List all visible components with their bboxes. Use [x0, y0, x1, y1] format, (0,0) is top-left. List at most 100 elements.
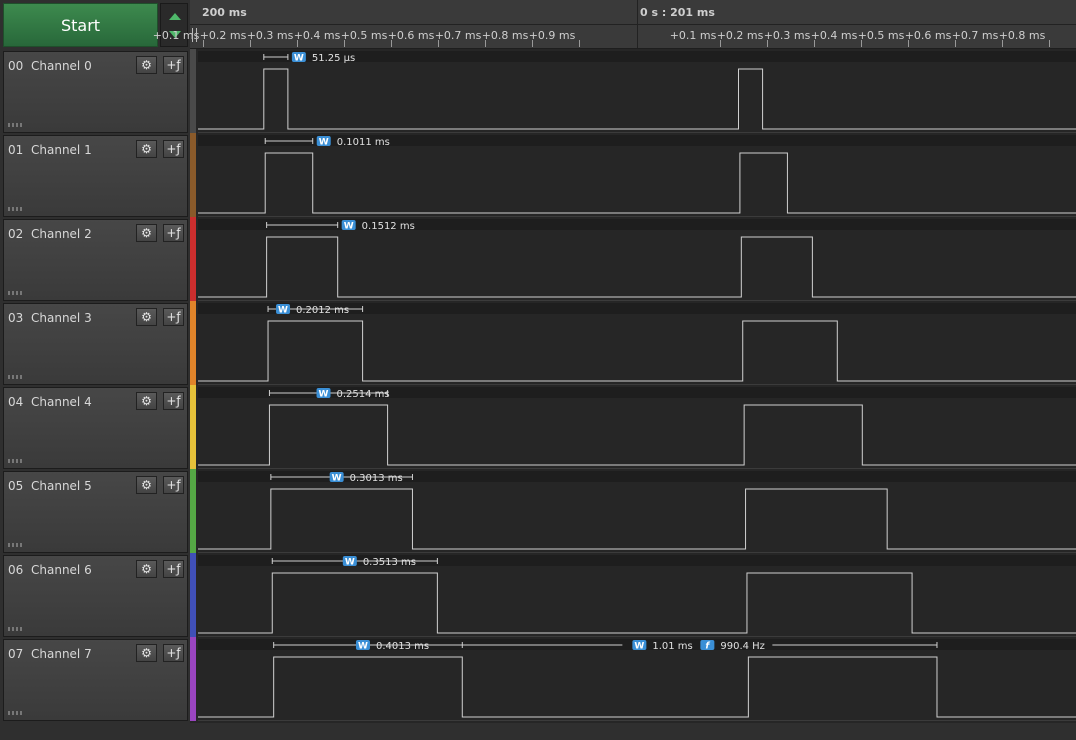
channel-panel[interactable]: 02 Channel 2 ⚙ +ƒ — [3, 219, 188, 301]
width-marker-letter: W — [358, 642, 368, 652]
channel-number: 00 — [8, 59, 24, 73]
trigger-edge-icon[interactable]: +ƒ — [163, 392, 184, 410]
timeline-tick-label: +0.5 ms — [340, 29, 388, 42]
increase-arrow-icon[interactable] — [169, 13, 181, 20]
digital-waveform — [198, 656, 1076, 718]
channel-panel[interactable]: 04 Channel 4 ⚙ +ƒ — [3, 387, 188, 469]
channel-number: 06 — [8, 563, 24, 577]
gear-icon[interactable]: ⚙ — [136, 476, 157, 494]
start-label: Start — [60, 15, 101, 35]
period-marker-letter: W — [634, 642, 644, 652]
frequency-label: 990.4 Hz — [720, 641, 765, 652]
trigger-edge-icon[interactable]: +ƒ — [163, 224, 184, 242]
width-marker-letter: W — [319, 138, 329, 148]
waveform-area[interactable]: W 51.25 µs W 0.1011 ms W 0.1512 ms W 0.2012 ms W… — [198, 49, 1076, 723]
pulse-width-label: 0.1011 ms — [337, 137, 390, 148]
drag-grip-icon[interactable] — [8, 459, 22, 463]
period-label: 1.01 ms — [652, 641, 692, 652]
gear-icon[interactable]: ⚙ — [136, 392, 157, 410]
digital-waveform — [198, 320, 1076, 382]
timeline-tick-label: +0.2 ms — [716, 29, 764, 42]
channel-name[interactable]: Channel 7 — [31, 647, 92, 661]
timeline-tick-label: +0.6 ms — [904, 29, 952, 42]
channel-name[interactable]: Channel 4 — [31, 395, 92, 409]
digital-waveform — [198, 236, 1076, 298]
channel-color-strip — [190, 385, 196, 469]
pulse-width-label: 0.1512 ms — [362, 221, 415, 232]
channel-name[interactable]: Channel 6 — [31, 563, 92, 577]
gear-icon[interactable]: ⚙ — [136, 140, 157, 158]
timeline-header-row: 200 ms 0 s : 201 ms — [190, 0, 1076, 25]
gear-icon[interactable]: ⚙ — [136, 56, 157, 74]
start-button[interactable]: Start — [3, 3, 158, 47]
drag-grip-icon[interactable] — [8, 711, 22, 715]
drag-grip-icon[interactable] — [8, 123, 22, 127]
timeline-tick-label: +0.3 ms — [763, 29, 811, 42]
trigger-edge-icon[interactable]: +ƒ — [163, 140, 184, 158]
timeline-tick-label: +0.7 ms — [434, 29, 482, 42]
timeline-tick-label: +0.8 ms — [998, 29, 1046, 42]
drag-grip-icon[interactable] — [8, 291, 22, 295]
channel-color-strip — [190, 637, 196, 721]
channel-number: 01 — [8, 143, 24, 157]
trigger-edge-icon[interactable]: +ƒ — [163, 56, 184, 74]
pulse-width-label: 51.25 µs — [312, 53, 355, 64]
channel-number: 07 — [8, 647, 24, 661]
bottom-status-bar — [0, 723, 1076, 740]
channel-number: 04 — [8, 395, 24, 409]
digital-waveform — [198, 404, 1076, 466]
channel-panel[interactable]: 06 Channel 6 ⚙ +ƒ — [3, 555, 188, 637]
trigger-edge-icon[interactable]: +ƒ — [163, 476, 184, 494]
channel-name[interactable]: Channel 1 — [31, 143, 92, 157]
gear-icon[interactable]: ⚙ — [136, 560, 157, 578]
digital-waveform — [198, 572, 1076, 634]
timeline-tick-label: +0.8 ms — [481, 29, 529, 42]
channel-panel[interactable]: 03 Channel 3 ⚙ +ƒ — [3, 303, 188, 385]
channel-number: 02 — [8, 227, 24, 241]
drag-grip-icon[interactable] — [8, 375, 22, 379]
gear-icon[interactable]: ⚙ — [136, 224, 157, 242]
gear-icon[interactable]: ⚙ — [136, 308, 157, 326]
digital-waveform — [198, 488, 1076, 550]
timeline-tick-mark — [578, 40, 580, 47]
drag-grip-icon[interactable] — [8, 543, 22, 547]
timeline-center-label: 0 s : 201 ms — [640, 6, 715, 19]
drag-grip-icon[interactable] — [8, 627, 22, 631]
timeline-tick-label: +0.4 ms — [810, 29, 858, 42]
width-marker-letter: W — [294, 54, 304, 64]
channel-panel[interactable]: 05 Channel 5 ⚙ +ƒ — [3, 471, 188, 553]
timeline-tick-row: +0.1 ms +0.2 ms +0.3 ms +0.4 ms +0.5 ms +0.6 … — [153, 24, 1076, 48]
gear-icon[interactable]: ⚙ — [136, 644, 157, 662]
width-marker-letter: W — [319, 390, 329, 400]
timeline-scroll-handle[interactable] — [192, 28, 197, 42]
pulse-width-label: 0.3513 ms — [363, 557, 416, 568]
timeline-tick-label: +0.2 ms — [199, 29, 247, 42]
digital-waveform — [198, 68, 1076, 130]
pulse-width-label: 0.4013 ms — [376, 641, 429, 652]
width-marker-letter: W — [332, 474, 342, 484]
timeline-tick-label: +0.3 ms — [246, 29, 294, 42]
channel-name[interactable]: Channel 5 — [31, 479, 92, 493]
channel-number: 03 — [8, 311, 24, 325]
trigger-edge-icon[interactable]: +ƒ — [163, 560, 184, 578]
pulse-width-label: 0.2012 ms — [296, 305, 349, 316]
pulse-width-label: 0.2514 ms — [337, 389, 390, 400]
channel-name[interactable]: Channel 3 — [31, 311, 92, 325]
channel-panel[interactable]: 01 Channel 1 ⚙ +ƒ — [3, 135, 188, 217]
channel-name[interactable]: Channel 2 — [31, 227, 92, 241]
pulse-width-label: 0.3013 ms — [350, 473, 403, 484]
timeline-tick-mark — [1048, 40, 1050, 47]
channel-name[interactable]: Channel 0 — [31, 59, 92, 73]
channel-panel[interactable]: 07 Channel 7 ⚙ +ƒ — [3, 639, 188, 721]
timeline-ruler[interactable]: 200 ms 0 s : 201 ms +0.1 ms +0.2 ms +0.3 m… — [153, 0, 1076, 49]
timeline-tick-label: +0.6 ms — [387, 29, 435, 42]
channel-panel[interactable]: 00 Channel 0 ⚙ +ƒ — [3, 51, 188, 133]
channel-color-strip — [190, 301, 196, 385]
timeline-tick-label: +0.4 ms — [293, 29, 341, 42]
timeline-tick-label: +0.1 ms — [669, 29, 717, 42]
trigger-edge-icon[interactable]: +ƒ — [163, 308, 184, 326]
width-marker-letter: W — [344, 222, 354, 232]
trigger-edge-icon[interactable]: +ƒ — [163, 644, 184, 662]
drag-grip-icon[interactable] — [8, 207, 22, 211]
timeline-tick-label: +0.7 ms — [951, 29, 999, 42]
